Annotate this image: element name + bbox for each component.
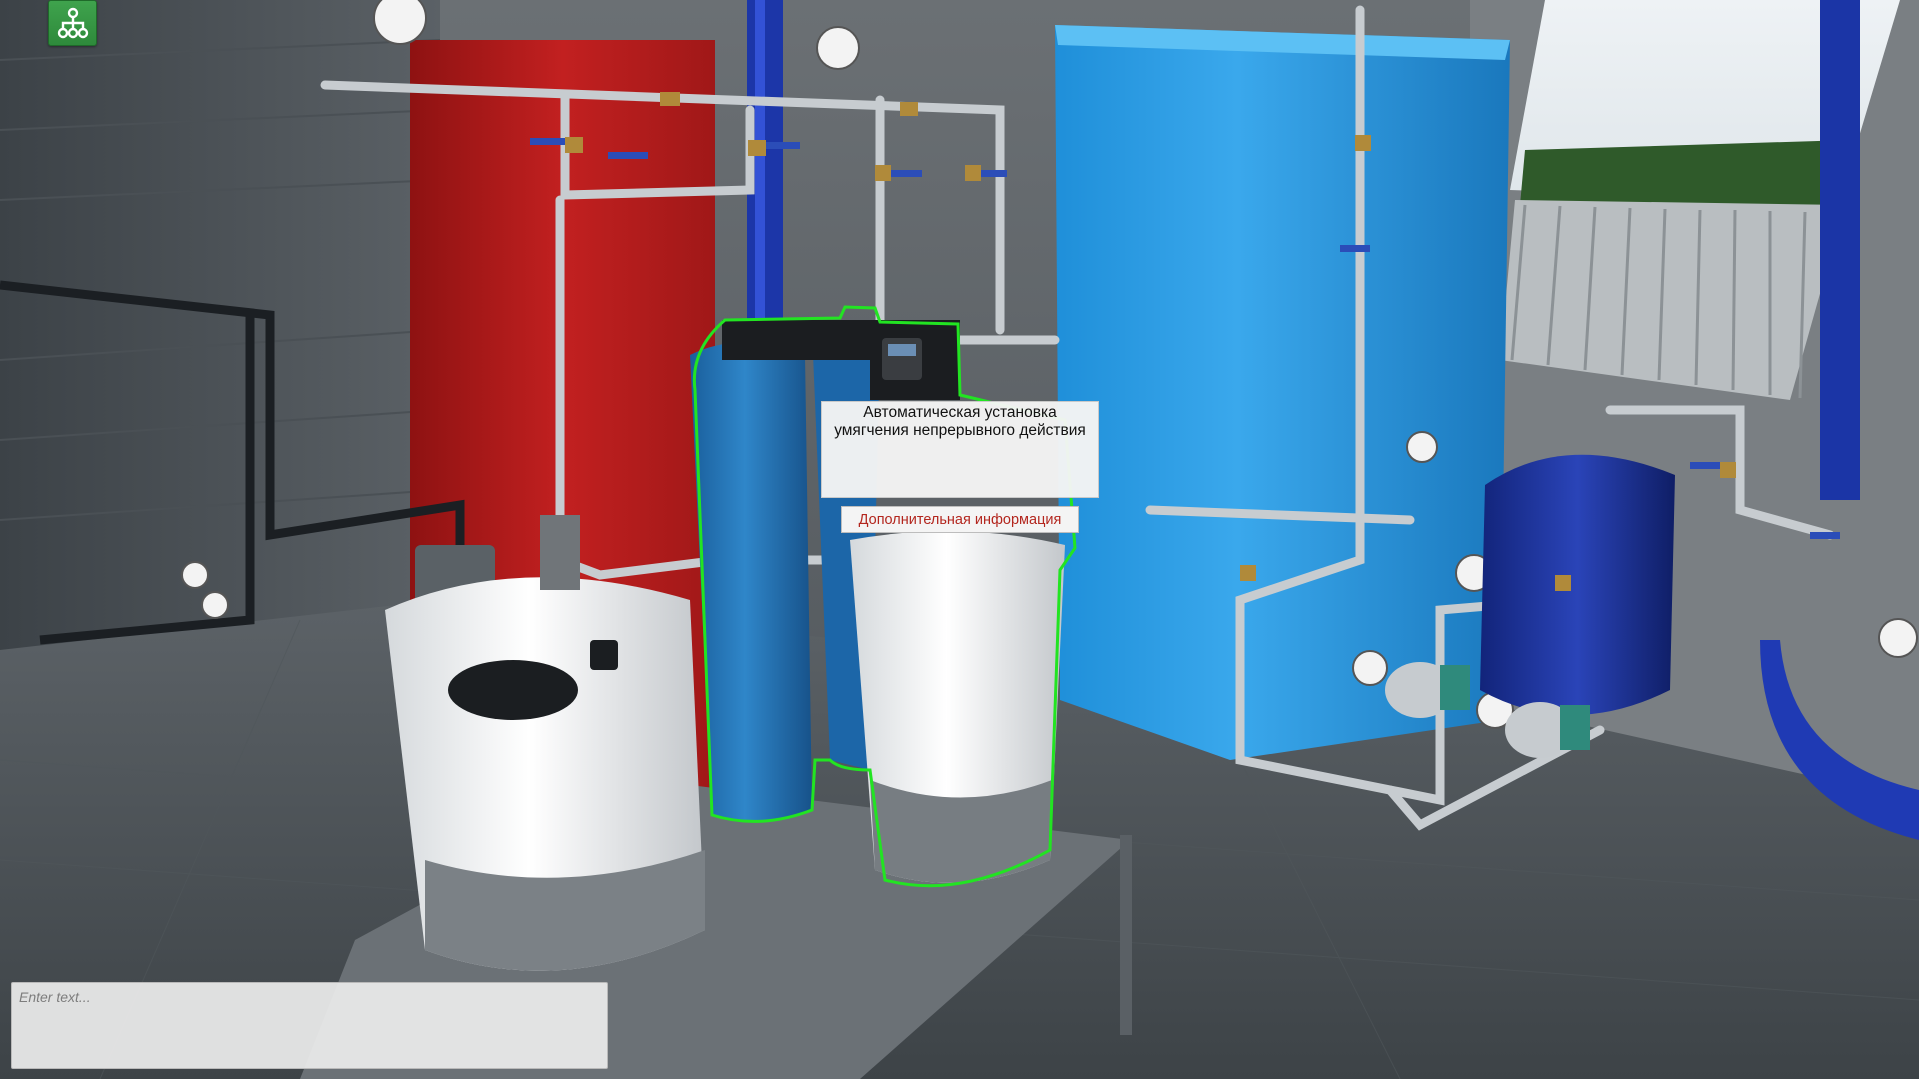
chat-text-input[interactable] xyxy=(11,982,608,1069)
object-info-panel: Автоматическая установка умягчения непре… xyxy=(821,401,1099,498)
more-info-button[interactable]: Дополнительная информация xyxy=(841,506,1079,533)
object-title: Автоматическая установка умягчения непре… xyxy=(834,404,1086,439)
3d-viewport[interactable] xyxy=(0,0,1919,1079)
hierarchy-icon xyxy=(57,7,88,39)
hierarchy-button[interactable] xyxy=(48,0,97,46)
